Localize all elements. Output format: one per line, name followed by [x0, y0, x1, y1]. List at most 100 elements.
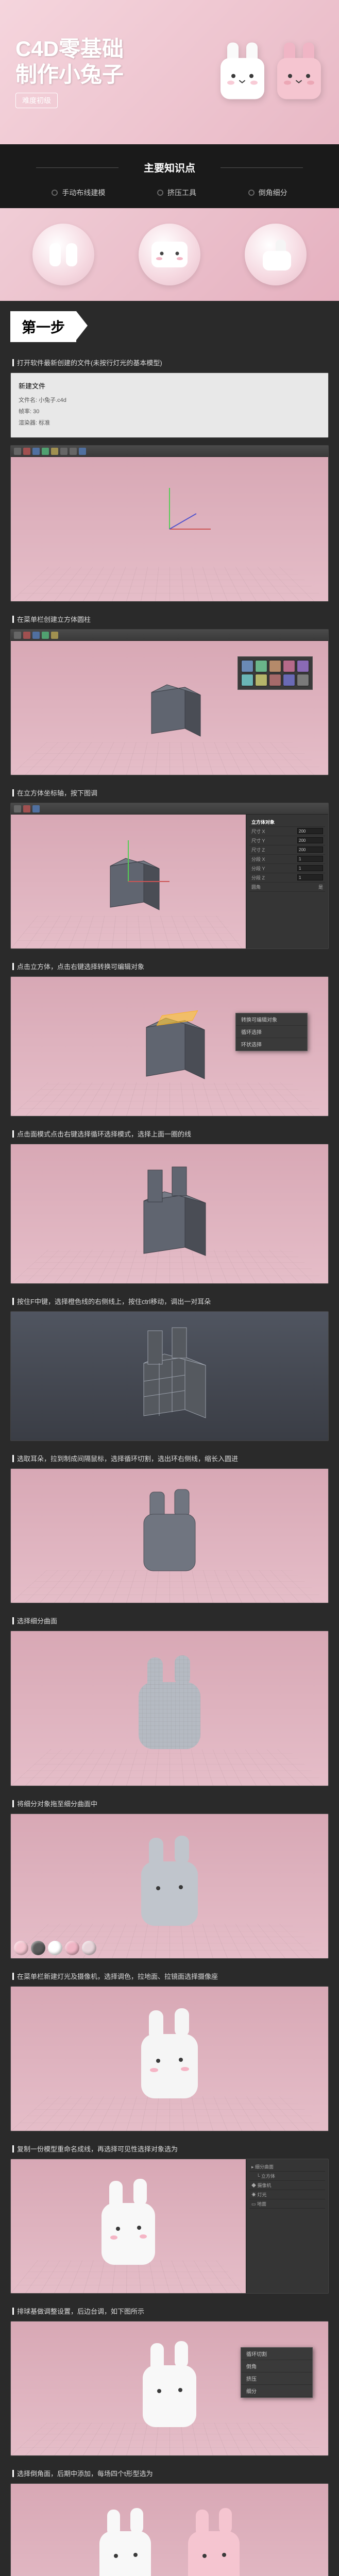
- prim-cone[interactable]: [269, 660, 281, 672]
- material-slots[interactable]: [14, 1941, 96, 1955]
- bunny-smooth[interactable]: [128, 1832, 211, 1935]
- tool-icon[interactable]: [51, 632, 58, 639]
- bullet-icon: [248, 190, 255, 196]
- tool-icon[interactable]: [14, 448, 21, 455]
- menu-convert[interactable]: 转换可编辑对象: [236, 1013, 307, 1026]
- tool-icon[interactable]: [60, 448, 67, 455]
- tool-icon[interactable]: [42, 448, 49, 455]
- bunny-white[interactable]: [131, 2337, 208, 2435]
- prim-cylinder[interactable]: [283, 660, 295, 672]
- attribute-panel[interactable]: 立方体对象 尺寸 X 尺寸 Y 尺寸 Z 分段 X 分段 Y 分段 Z 圆角是: [246, 815, 328, 948]
- banner-title-1: C4D零基础: [15, 36, 124, 62]
- hierarchy-row[interactable]: ◆ 摄像机: [249, 2181, 325, 2190]
- c4d-toolbar: [11, 446, 328, 457]
- knowledge-header: 主要知识点: [15, 155, 324, 180]
- tool-icon[interactable]: [70, 448, 77, 455]
- menu-extrude[interactable]: 挤压: [241, 2372, 312, 2385]
- attribute-panel[interactable]: ▸ 细分曲面 └ 立方体 ◆ 摄像机 ☀ 灯光 ▭ 地面: [246, 2159, 328, 2293]
- prim-platonic[interactable]: [297, 674, 309, 686]
- caption-13: 选择倒角面，后期中添加，每场四个t形型选为: [10, 2463, 329, 2483]
- prim-pyramid[interactable]: [283, 674, 295, 686]
- tool-icon[interactable]: [14, 805, 21, 812]
- tool-icon[interactable]: [14, 632, 21, 639]
- tool-icon[interactable]: [42, 632, 49, 639]
- bunny-rough[interactable]: [128, 1484, 211, 1582]
- shot-materials: [10, 1986, 329, 2131]
- hierarchy-row[interactable]: ▸ 细分曲面: [249, 2162, 325, 2172]
- shot-hierarchy: [10, 1814, 329, 1959]
- c4d-toolbar: [11, 803, 328, 815]
- seg-x-input[interactable]: [297, 856, 323, 862]
- knowledge-section: 主要知识点 手动布线建模 挤压工具 倒角细分: [0, 144, 339, 208]
- bunny-white-icon: [218, 43, 267, 102]
- material-gray[interactable]: [31, 1941, 45, 1955]
- material-white[interactable]: [48, 1941, 62, 1955]
- context-menu[interactable]: 循环切割 倒角 挤压 细分: [241, 2347, 313, 2398]
- cube-ears[interactable]: [123, 1160, 216, 1263]
- viewport[interactable]: [11, 815, 246, 948]
- viewport[interactable]: [11, 1814, 328, 1958]
- viewport[interactable]: [11, 2484, 328, 2576]
- primitive-palette[interactable]: [238, 656, 313, 690]
- preview-face-icon: [149, 239, 190, 270]
- bullet-icon: [52, 190, 58, 196]
- prim-disc[interactable]: [255, 674, 267, 686]
- viewport-dark[interactable]: [11, 1312, 328, 1440]
- material-blush[interactable]: [65, 1941, 79, 1955]
- hierarchy-row[interactable]: ☀ 灯光: [249, 2190, 325, 2199]
- tool-icon[interactable]: [51, 448, 58, 455]
- bunny-render: [218, 43, 324, 102]
- size-z-input[interactable]: [297, 846, 323, 853]
- prim-tube[interactable]: [269, 674, 281, 686]
- menu-bevel[interactable]: 倒角: [241, 2360, 312, 2372]
- prim-plane[interactable]: [241, 674, 253, 686]
- caption-4: 点击立方体，点击右键选择转换可编辑对象: [10, 956, 329, 976]
- k-item-2: 挤压工具: [157, 188, 196, 198]
- prim-sphere[interactable]: [255, 660, 267, 672]
- viewport[interactable]: [11, 1987, 328, 2131]
- bunny-colored[interactable]: [128, 2004, 211, 2107]
- hierarchy-row[interactable]: └ 立方体: [249, 2172, 325, 2181]
- tool-icon[interactable]: [23, 805, 30, 812]
- viewport[interactable]: [11, 1144, 328, 1283]
- material-pink[interactable]: [14, 1941, 28, 1955]
- viewport[interactable]: [11, 1469, 328, 1603]
- bunny-white[interactable]: [89, 2504, 161, 2576]
- viewport[interactable]: [11, 1631, 328, 1786]
- menu-loop-cut[interactable]: 循环切割: [241, 2348, 312, 2360]
- seg-z-input[interactable]: [297, 874, 323, 880]
- preview-2: [139, 224, 200, 285]
- prim-cube[interactable]: [241, 660, 253, 672]
- material-light[interactable]: [82, 1941, 96, 1955]
- viewport-empty[interactable]: [11, 457, 328, 601]
- viewport[interactable]: [11, 641, 328, 775]
- tool-icon[interactable]: [32, 448, 40, 455]
- menu-subdivide[interactable]: 细分: [241, 2385, 312, 2397]
- shot-loop-cut: [10, 1468, 329, 1603]
- cube-object[interactable]: [136, 672, 203, 739]
- grid-floor: [11, 742, 328, 775]
- banner-tag: 难度初级: [15, 93, 58, 108]
- tool-icon[interactable]: [79, 448, 86, 455]
- bunny-smooth[interactable]: [126, 1651, 213, 1759]
- prim-torus[interactable]: [297, 660, 309, 672]
- viewport[interactable]: 循环切割 倒角 挤压 细分: [11, 2321, 328, 2455]
- cube-ears-wire[interactable]: [123, 1319, 216, 1428]
- size-x-input[interactable]: [297, 828, 323, 834]
- tool-icon[interactable]: [23, 448, 30, 455]
- menu-ring[interactable]: 环状选择: [236, 1038, 307, 1050]
- tool-icon[interactable]: [23, 632, 30, 639]
- hierarchy-row[interactable]: ▭ 地面: [249, 2199, 325, 2209]
- viewport[interactable]: 转换可编辑对象 循环选择 环状选择: [11, 977, 328, 1116]
- viewport[interactable]: [11, 2159, 246, 2293]
- bunny-pink[interactable]: [178, 2504, 250, 2576]
- menu-loop[interactable]: 循环选择: [236, 1026, 307, 1038]
- context-menu[interactable]: 转换可编辑对象 循环选择 环状选择: [235, 1013, 308, 1051]
- dialog-title: 新建文件: [19, 381, 320, 391]
- grid-floor: [11, 916, 246, 948]
- tool-icon[interactable]: [32, 632, 40, 639]
- seg-y-input[interactable]: [297, 865, 323, 871]
- size-y-input[interactable]: [297, 837, 323, 843]
- tool-icon[interactable]: [32, 805, 40, 812]
- bunny-white[interactable]: [90, 2175, 167, 2273]
